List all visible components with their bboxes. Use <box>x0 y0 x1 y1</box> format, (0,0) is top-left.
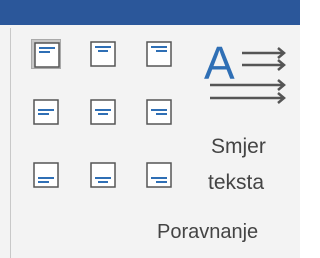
align-middle-left-icon <box>33 99 59 125</box>
align-top-left-icon <box>34 42 60 68</box>
align-middle-right-icon <box>146 99 172 125</box>
align-bottom-center-button[interactable] <box>88 160 118 190</box>
text-direction-label-line2: teksta <box>208 171 265 194</box>
align-top-right-icon <box>146 41 172 67</box>
align-top-center-button[interactable] <box>88 39 118 69</box>
align-middle-left-button[interactable] <box>31 97 61 127</box>
align-bottom-left-icon <box>33 162 59 188</box>
align-top-left-button[interactable] <box>31 39 61 69</box>
align-bottom-left-button[interactable] <box>31 160 61 190</box>
group-separator <box>10 28 11 258</box>
align-middle-right-button[interactable] <box>144 97 174 127</box>
text-direction-glyph: A <box>204 37 235 89</box>
group-label: Poravnanje <box>157 221 259 243</box>
align-middle-center-icon <box>90 99 116 125</box>
ribbon-title-bar <box>0 0 300 25</box>
align-middle-center-button[interactable] <box>88 97 118 127</box>
align-top-center-icon <box>90 41 116 67</box>
text-direction-label-line1: Smjer <box>211 135 266 158</box>
align-top-right-button[interactable] <box>144 39 174 69</box>
align-bottom-center-icon <box>90 162 116 188</box>
align-bottom-right-button[interactable] <box>144 160 174 190</box>
align-bottom-right-icon <box>146 162 172 188</box>
text-direction-icon: A <box>204 37 286 104</box>
